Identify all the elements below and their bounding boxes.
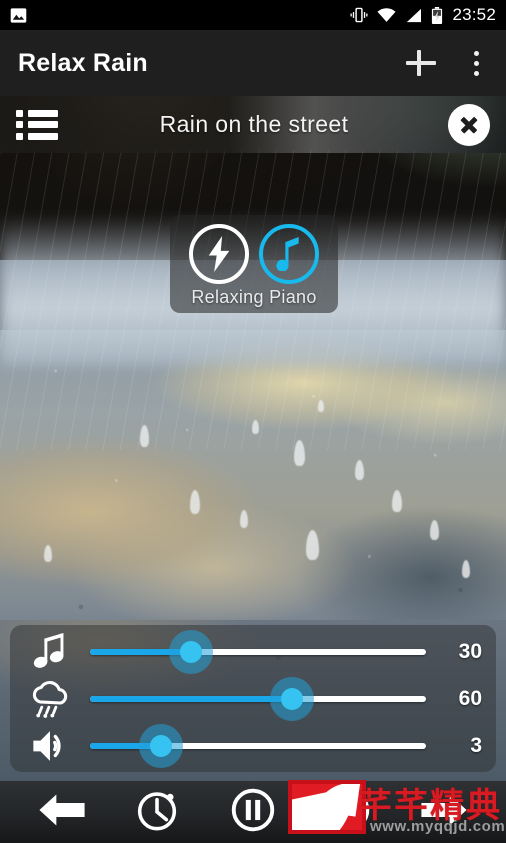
slider-track-rain[interactable]: [90, 675, 426, 722]
clock-icon: [135, 788, 179, 837]
pause-icon: [230, 787, 276, 838]
sound-list-icon[interactable]: [16, 109, 60, 140]
shuffle-lightning-icon[interactable]: [189, 224, 249, 284]
image-notification-icon: [10, 7, 27, 24]
splash-droplet: [462, 560, 470, 578]
status-bar-clock: 23:52: [452, 5, 496, 24]
battery-charging-icon: [431, 6, 443, 24]
splash-droplet: [44, 545, 52, 562]
back-button[interactable]: [34, 786, 90, 838]
forward-arrow-icon: [420, 791, 468, 834]
rain-cloud-icon: [10, 680, 90, 718]
sliders-panel: 30 60 3: [10, 625, 496, 772]
slider-thumb-volume[interactable]: [138, 723, 183, 768]
speaker-icon: [10, 729, 90, 763]
splash-droplet: [430, 520, 439, 540]
wifi-icon: [377, 7, 396, 23]
slider-value-volume: 3: [470, 733, 482, 757]
status-bar: 23:52: [0, 0, 506, 30]
sound-name-label: Rain on the street: [159, 111, 349, 137]
music-note-icon: [10, 632, 90, 671]
bottom-toolbar: [0, 781, 506, 843]
splash-droplet: [318, 400, 324, 412]
music-note-icon[interactable]: [259, 224, 319, 284]
splash-droplet: [240, 510, 248, 528]
slider-thumb-rain[interactable]: [269, 676, 314, 721]
page-title: Relax Rain: [18, 48, 148, 77]
slider-fill-rain: [90, 695, 292, 702]
app-bar: Relax Rain: [0, 30, 506, 96]
overflow-menu-icon[interactable]: [464, 46, 488, 80]
slider-row-volume: 3: [10, 722, 496, 769]
sound-name-bar: Rain on the street: [0, 96, 506, 153]
add-icon[interactable]: [404, 46, 438, 80]
app-root: 23:52 Relax Rain Rain on the street Rela…: [0, 0, 506, 843]
splash-droplet: [252, 420, 259, 434]
back-arrow-icon: [38, 791, 86, 834]
timer-button[interactable]: [129, 786, 185, 838]
music-card-label: Relaxing Piano: [191, 287, 317, 307]
close-icon[interactable]: [448, 103, 490, 146]
slider-value-music: 30: [458, 639, 482, 663]
slider-thumb-music[interactable]: [168, 629, 213, 674]
slider-track-music[interactable]: [90, 628, 426, 675]
vibrate-icon: [350, 7, 368, 23]
slider-track-volume[interactable]: [90, 722, 426, 769]
favorite-button[interactable]: [321, 786, 377, 838]
pause-button[interactable]: [225, 786, 281, 838]
music-selection-card: Relaxing Piano: [170, 215, 338, 313]
slider-value-rain: 60: [458, 686, 482, 710]
signal-icon: [405, 8, 422, 23]
forward-button[interactable]: [416, 786, 472, 838]
slider-row-rain: 60: [10, 675, 496, 722]
splash-droplet: [355, 460, 364, 480]
slider-row-music: 30: [10, 628, 496, 675]
star-icon: [327, 788, 371, 837]
